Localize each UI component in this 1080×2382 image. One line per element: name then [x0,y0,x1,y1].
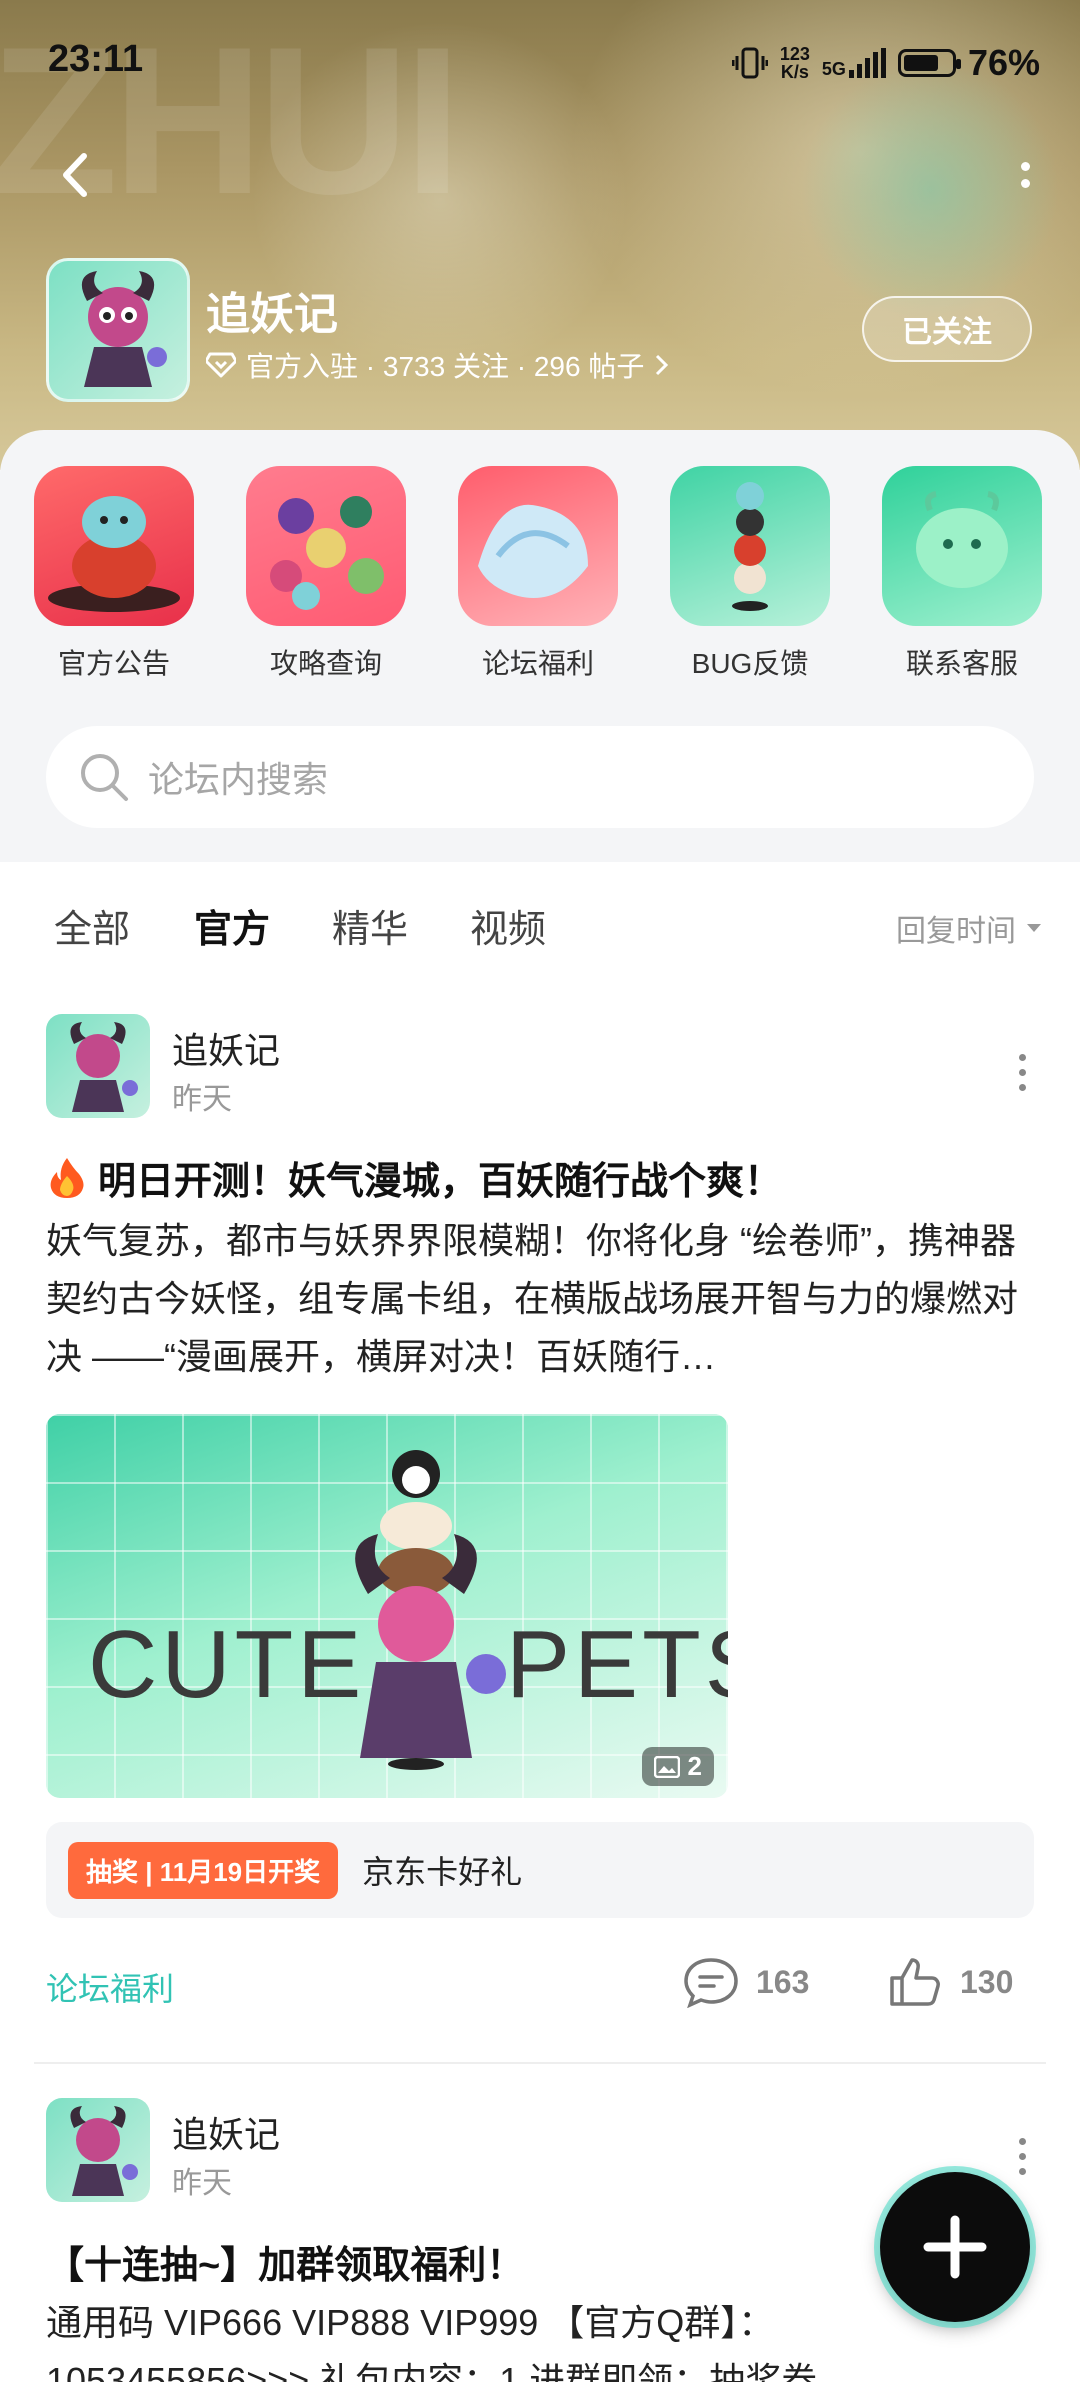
guide-icon [246,466,406,626]
post-body: 妖气复苏，都市与妖界界限模糊！你将化身 “绘卷师”，携神器契约古今妖怪，组专属卡… [46,1220,1019,1377]
author-avatar[interactable] [46,2098,150,2202]
support-icon [882,466,1042,626]
top-nav [0,140,1080,210]
post-filter-tabs: 全部 官方 精华 视频 回复时间 [0,862,1080,982]
comment-count: 163 [756,1963,810,2000]
shortcut-label: 论坛福利 [481,648,594,679]
post-time: 昨天 [172,1083,232,1116]
battery-percent: 76% [967,42,1040,83]
sort-label: 回复时间 [896,915,1016,948]
forum-search-bar[interactable]: 论坛内搜索 [46,726,1034,828]
post-tag[interactable]: 论坛福利 [46,1964,174,2010]
tab-featured[interactable]: 精华 [332,898,408,953]
forum-meta-text: 官方入驻 · 3733 关注 · 296 帖子 [246,351,645,382]
author-avatar[interactable] [46,1014,150,1118]
like-button[interactable]: 130 [888,1956,1013,2008]
caret-down-icon [1027,924,1041,932]
follow-button[interactable]: 已关注 [862,296,1032,362]
image-count-badge: 2 [641,1747,714,1786]
post-title: 【十连抽~】加群领取福利！ [46,2234,524,2289]
image-count: 2 [687,1751,702,1781]
thumbs-up-icon [890,1958,940,2006]
net-speed: 123 K/s [780,45,810,81]
net-speed-value: 123 [779,44,810,64]
shortcut-contact-support[interactable]: 联系客服 [856,466,1068,682]
battery-icon [897,49,961,77]
post-footer: 论坛福利 163 130 [0,1950,1080,2020]
plus-icon [923,2215,987,2279]
comment-button[interactable]: 163 [682,1956,809,2008]
shortcut-guide-lookup[interactable]: 攻略查询 [220,466,432,682]
sort-dropdown[interactable]: 回复时间 [896,906,1042,950]
gallery-icon [653,1755,680,1778]
post-title-text: 明日开测！妖气漫城，百妖随行战个爽！ [98,1161,783,1203]
back-arrow-icon[interactable] [56,150,96,200]
shortcut-label: BUG反馈 [691,648,809,679]
shortcut-row: 官方公告 攻略查询 论坛福利 BUG反馈 联系客服 [0,466,1080,682]
shortcut-official-announcement[interactable]: 官方公告 [8,466,220,682]
author-name[interactable]: 追妖记 [172,1022,280,1074]
forum-avatar [46,258,190,402]
lottery-card[interactable]: 抽奖 | 11月19日开奖 京东卡好礼 [46,1822,1034,1918]
verified-diamond-icon [206,352,236,378]
benefits-icon [458,466,618,626]
shortcut-label: 攻略查询 [269,648,382,679]
more-options-icon[interactable] [1010,150,1040,200]
post-more-icon[interactable] [1014,1054,1030,1091]
lottery-badge: 抽奖 | 11月19日开奖 [68,1841,339,1899]
chevron-right-icon [656,354,669,376]
forum-avatar-character [81,271,167,387]
status-icons: 123 K/s 5G 76% [731,42,1040,84]
network-label: 5G [821,59,846,79]
vibrate-icon [731,47,768,79]
comment-icon [684,1958,738,2008]
status-bar: 23:11 123 K/s 5G 76% [0,30,1080,100]
shortcut-label: 官方公告 [57,648,170,679]
post-more-icon[interactable] [1014,2138,1030,2175]
like-count: 130 [960,1963,1014,2000]
tab-video[interactable]: 视频 [470,898,546,953]
fire-icon [50,1157,84,1198]
forum-panel: 官方公告 攻略查询 论坛福利 BUG反馈 联系客服 论坛内搜索 [0,430,1080,862]
post-title: 明日开测！妖气漫城，百妖随行战个爽！ [46,1150,782,1205]
bug-report-icon [670,466,830,626]
shortcut-label: 联系客服 [905,648,1018,679]
post-title-text: 【十连抽~】加群领取福利！ [46,2245,525,2287]
post-time: 昨天 [172,2167,232,2200]
search-icon [81,754,128,801]
image-caption-right: PETS [506,1611,728,1718]
author-name[interactable]: 追妖记 [172,2106,280,2158]
signal-icon [848,48,886,78]
post-body: 通用码 VIP666 VIP888 VIP999 【官方Q群】：10534558… [46,2302,818,2382]
image-character [355,1450,506,1770]
forum-title: 追妖记 [206,290,338,339]
search-input[interactable]: 论坛内搜索 [148,751,328,803]
post-image[interactable]: CUTE PETS 2 [46,1414,728,1798]
post-divider [34,2062,1046,2064]
status-time: 23:11 [48,38,144,80]
announcement-icon [34,466,194,626]
tab-official[interactable]: 官方 [194,898,270,957]
net-speed-unit: K/s [780,62,809,82]
shortcut-forum-benefits[interactable]: 论坛福利 [432,466,644,682]
shortcut-bug-report[interactable]: BUG反馈 [644,466,856,682]
lottery-prize: 京东卡好礼 [362,1854,523,1890]
network-type: 5G [822,48,886,78]
forum-meta[interactable]: 官方入驻 · 3733 关注 · 296 帖子 [206,345,670,385]
create-post-button[interactable] [880,2172,1030,2322]
tab-all[interactable]: 全部 [54,898,130,953]
